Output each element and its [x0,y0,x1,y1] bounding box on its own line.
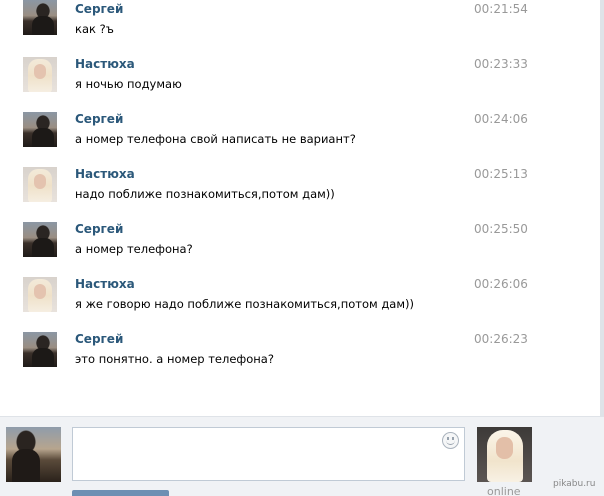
sender-avatar[interactable] [23,332,57,367]
sender-avatar[interactable] [23,222,57,257]
message-row: Настюха 00:25:13 надо поближе познакомитьс… [0,165,590,220]
message-text: я же говорю надо поближе познакомиться,п… [75,297,414,311]
message-text: а номер телефона свой написать не вариан… [75,132,356,146]
sender-avatar[interactable] [23,57,57,92]
message-text: это понятно. а номер телефона? [75,352,274,366]
sender-name[interactable]: Настюха [75,167,135,181]
chat-scroll-border [600,0,604,416]
sender-name[interactable]: Сергей [75,2,123,16]
sender-avatar[interactable] [23,167,57,202]
message-text: надо поближе познакомиться,потом дам)) [75,187,335,201]
sender-name[interactable]: Сергей [75,222,123,236]
watermark: pikabu.ru [553,479,596,489]
message-text: я ночью подумаю [75,77,182,91]
message-time: 00:21:54 [474,2,528,16]
message-time: 00:23:33 [474,57,528,71]
sender-name[interactable]: Настюха [75,277,135,291]
message-row: Сергей 00:26:23 это понятно. а номер телеф… [0,330,590,385]
message-time: 00:25:13 [474,167,528,181]
sender-name[interactable]: Настюха [75,57,135,71]
message-time: 00:26:23 [474,332,528,346]
peer-avatar[interactable] [477,427,532,482]
message-row: Сергей 00:24:06 а номер телефона свой напи… [0,110,590,165]
smile-icon[interactable] [442,432,459,449]
sender-avatar[interactable] [23,277,57,312]
message-input[interactable] [72,427,465,481]
message-text: как ?ъ [75,22,114,36]
message-row: Сергей 00:25:50 а номер телефона? [0,220,590,275]
message-text: а номер телефона? [75,242,193,256]
message-row: Сергей 00:21:54 как ?ъ [0,0,590,55]
sender-name[interactable]: Сергей [75,332,123,346]
sender-avatar[interactable] [23,0,57,35]
sender-name[interactable]: Сергей [75,112,123,126]
send-button[interactable] [72,490,169,496]
message-time: 00:26:06 [474,277,528,291]
message-time: 00:25:50 [474,222,528,236]
sender-avatar[interactable] [23,112,57,147]
peer-online-status: online [487,485,521,496]
my-avatar[interactable] [6,427,61,482]
message-time: 00:24:06 [474,112,528,126]
message-row: Настюха 00:23:33 я ночью подумаю [0,55,590,110]
message-row: Настюха 00:26:06 я же говорю надо поближе … [0,275,590,330]
